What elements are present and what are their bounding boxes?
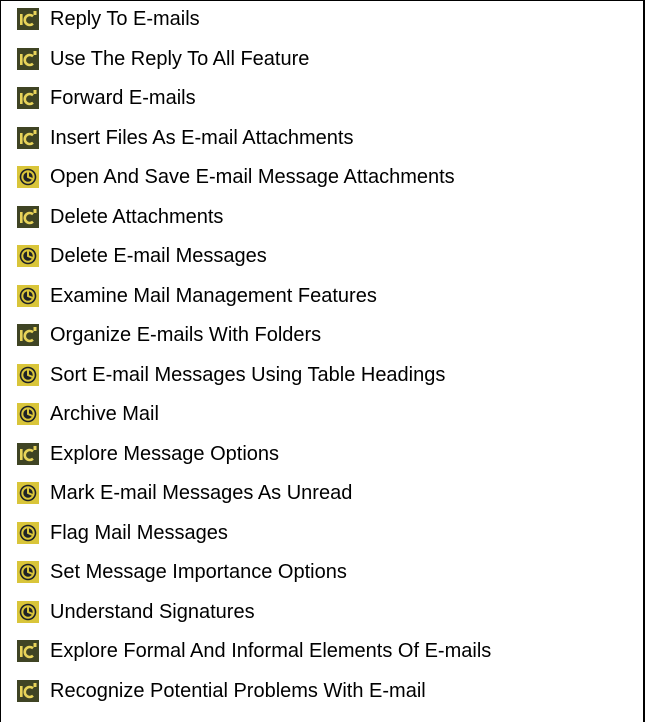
list-item[interactable]: Examine Mail Management Features xyxy=(17,283,377,309)
list-item-label: Explore Formal And Informal Elements Of … xyxy=(50,640,492,662)
list-item-label: Flag Mail Messages xyxy=(50,521,228,544)
clock-icon xyxy=(17,245,50,267)
ic-icon xyxy=(17,679,50,702)
list-item-label: Reply To E-mails xyxy=(50,8,200,30)
list-item[interactable]: Delete Attachments xyxy=(17,204,223,230)
list-item-label: Archive Mail xyxy=(50,403,159,425)
list-item[interactable]: Sort E-mail Messages Using Table Heading… xyxy=(17,362,445,388)
list-item-label: Delete Attachments xyxy=(50,205,224,228)
ic-icon xyxy=(17,640,50,662)
ic-icon xyxy=(17,47,50,70)
clock-icon xyxy=(17,521,50,544)
clock-icon xyxy=(17,403,50,425)
list-item[interactable]: Insert Files As E-mail Attachments xyxy=(17,125,353,151)
list-item[interactable]: Flag Mail Messages xyxy=(17,520,228,546)
ic-icon xyxy=(17,442,50,465)
list-item[interactable]: Delete E-mail Messages xyxy=(17,243,267,269)
list-item[interactable]: Recognize Potential Problems With E-mail xyxy=(17,678,426,704)
list-item-label: Delete E-mail Messages xyxy=(50,245,267,267)
list-item[interactable]: Archive Mail xyxy=(17,401,159,427)
clock-icon xyxy=(17,600,50,623)
clock-icon xyxy=(17,284,50,307)
list-item-label: Organize E-mails With Folders xyxy=(50,324,322,346)
list-item[interactable]: Explore Message Options xyxy=(17,441,279,467)
ic-icon xyxy=(17,8,50,30)
list-item[interactable]: Open And Save E-mail Message Attachments xyxy=(17,164,455,190)
clock-icon xyxy=(17,363,50,386)
ic-icon xyxy=(17,205,50,228)
list-item-label: Sort E-mail Messages Using Table Heading… xyxy=(50,363,446,386)
list-item[interactable]: Explore Formal And Informal Elements Of … xyxy=(17,638,491,664)
ic-icon xyxy=(17,324,50,346)
clock-icon xyxy=(17,482,50,504)
clock-icon xyxy=(17,561,50,583)
list-item-label: Mark E-mail Messages As Unread xyxy=(50,482,353,504)
list-item-label: Set Message Importance Options xyxy=(50,561,347,583)
list-item-label: Explore Message Options xyxy=(50,442,280,465)
list-item-label: Open And Save E-mail Message Attachments xyxy=(50,166,455,188)
ic-icon xyxy=(17,126,50,149)
ic-icon xyxy=(17,87,50,109)
list-item-label: Use The Reply To All Feature xyxy=(50,47,310,70)
list-item[interactable]: Understand Signatures xyxy=(17,599,255,625)
list-item[interactable]: Reply To E-mails xyxy=(17,6,200,32)
list-item[interactable]: Forward E-mails xyxy=(17,85,196,111)
list-item-label: Forward E-mails xyxy=(50,87,196,109)
list-item-label: Understand Signatures xyxy=(50,600,255,623)
list-item-label: Recognize Potential Problems With E-mail xyxy=(50,679,426,702)
list-item-label: Examine Mail Management Features xyxy=(50,284,377,307)
clock-icon xyxy=(17,166,50,188)
list-item[interactable]: Mark E-mail Messages As Unread xyxy=(17,480,352,506)
list-item[interactable]: Organize E-mails With Folders xyxy=(17,322,321,348)
list-item[interactable]: Use The Reply To All Feature xyxy=(17,46,309,72)
list-item[interactable]: Set Message Importance Options xyxy=(17,559,347,585)
lesson-list-panel: Reply To E-mails Use The Reply To All Fea… xyxy=(0,0,645,722)
list-item-label: Insert Files As E-mail Attachments xyxy=(50,126,354,149)
